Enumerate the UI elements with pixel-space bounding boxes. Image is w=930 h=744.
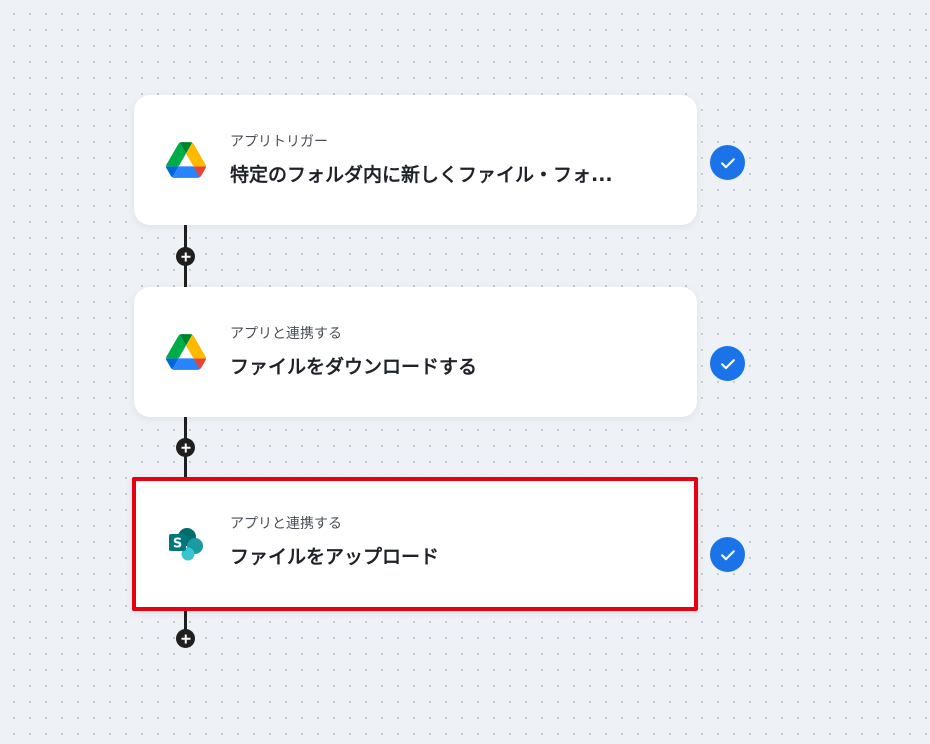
step-title: 特定のフォルダ内に新しくファイル・フォ... bbox=[230, 164, 613, 186]
flow-step-card[interactable]: アプリと連携する ファイルをダウンロードする bbox=[134, 287, 697, 417]
add-step-button[interactable] bbox=[176, 629, 195, 648]
step-kind-label: アプリと連携する bbox=[230, 516, 342, 532]
add-step-button[interactable] bbox=[176, 247, 195, 266]
flow-step-card[interactable]: アプリトリガー 特定のフォルダ内に新しくファイル・フォ... bbox=[134, 95, 697, 225]
google-drive-icon bbox=[166, 140, 206, 180]
sharepoint-icon: S bbox=[166, 524, 206, 564]
check-circle-icon bbox=[710, 346, 745, 381]
google-drive-icon bbox=[166, 332, 206, 372]
flow-connector-line bbox=[184, 611, 187, 631]
check-circle-icon bbox=[710, 537, 745, 572]
flow-step-card-highlighted[interactable]: S アプリと連携する ファイルをアップロード bbox=[132, 477, 698, 611]
svg-text:S: S bbox=[173, 537, 182, 552]
check-circle-icon bbox=[710, 145, 745, 180]
step-kind-label: アプリと連携する bbox=[230, 326, 342, 342]
flow-canvas: アプリトリガー 特定のフォルダ内に新しくファイル・フォ... アプリと連携する … bbox=[0, 0, 930, 744]
step-kind-label: アプリトリガー bbox=[230, 134, 328, 150]
step-title: ファイルをダウンロードする bbox=[230, 356, 478, 378]
add-step-button[interactable] bbox=[176, 438, 195, 457]
step-title: ファイルをアップロード bbox=[230, 546, 440, 568]
